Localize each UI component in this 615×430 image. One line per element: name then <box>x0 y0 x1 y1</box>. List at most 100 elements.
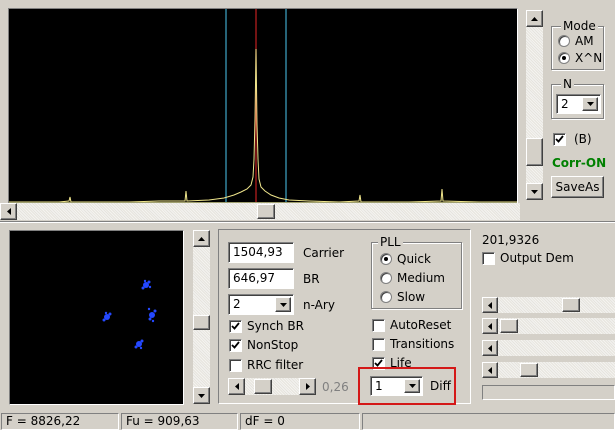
constellation-vscroll[interactable] <box>193 230 210 404</box>
hscroll-left-button[interactable] <box>0 203 17 220</box>
right-slider-3[interactable] <box>482 340 615 356</box>
separator <box>0 221 615 223</box>
scroll-up-button[interactable] <box>526 10 543 27</box>
right-slider-2[interactable] <box>482 318 615 334</box>
spectrum-plot[interactable] <box>9 9 517 203</box>
right-empty-bar <box>482 385 615 400</box>
nary-value: 2 <box>233 297 241 311</box>
pll-option-medium[interactable]: Medium <box>380 271 445 285</box>
arrow-left-icon <box>488 301 492 309</box>
arrow-left-icon <box>488 322 492 330</box>
right-slider-3-track[interactable] <box>498 340 615 356</box>
right-slider-1-left-button[interactable] <box>482 297 498 313</box>
status-frequency: F = 8826,22 <box>1 413 119 430</box>
arrow-right-icon <box>305 383 310 390</box>
output-dem-label: Output Dem <box>500 251 574 265</box>
autoreset-label: AutoReset <box>390 318 452 332</box>
diff-value: 1 <box>375 379 383 393</box>
right-slider-3-left-button[interactable] <box>482 340 498 356</box>
arrow-left-icon <box>488 366 492 374</box>
autoreset-checkbox[interactable]: AutoReset <box>372 318 451 332</box>
pll-option-slow[interactable]: Slow <box>380 290 425 304</box>
right-slider-4-left-button[interactable] <box>482 362 498 378</box>
spectrum-trace <box>9 48 517 203</box>
pll-title: PLL <box>378 235 403 249</box>
nonstop-check-box[interactable] <box>229 338 242 352</box>
pll-quick-label: Quick <box>397 252 431 266</box>
radio-am[interactable] <box>558 35 570 47</box>
mode-option-am[interactable]: AM <box>558 34 594 48</box>
br-input[interactable]: 646,97 <box>228 268 294 289</box>
pll-slow-label: Slow <box>397 290 426 304</box>
right-slider-1-thumb[interactable] <box>562 298 580 312</box>
pll-option-quick[interactable]: Quick <box>380 252 431 266</box>
status-df: dF = 0 <box>240 413 360 430</box>
scroll-down-button[interactable] <box>526 183 543 200</box>
cscroll-down-button[interactable] <box>193 387 210 404</box>
transitions-label: Transitions <box>390 337 455 351</box>
transitions-checkbox[interactable]: Transitions <box>372 337 454 351</box>
arrow-down-icon <box>531 189 538 194</box>
right-slider-4[interactable] <box>482 362 615 378</box>
param-thumb[interactable] <box>254 379 272 394</box>
synch-br-checkbox[interactable]: Synch BR <box>229 319 304 333</box>
rrc-filter-checkbox[interactable]: RRC filter <box>229 358 303 372</box>
hscroll-thumb[interactable] <box>257 204 275 219</box>
pll-medium-label: Medium <box>397 271 445 285</box>
check-icon <box>555 135 564 143</box>
nary-select[interactable]: 2 <box>228 294 294 315</box>
n-group: N 2 <box>551 77 604 119</box>
synch-br-label: Synch BR <box>247 319 304 333</box>
right-slider-4-track[interactable] <box>498 362 615 378</box>
save-as-button[interactable]: SaveAs <box>551 176 604 198</box>
radio-xn[interactable] <box>558 52 570 64</box>
radio-slow[interactable] <box>380 291 392 303</box>
cscroll-thumb[interactable] <box>193 315 210 330</box>
carrier-label: Carrier <box>303 246 345 260</box>
autoreset-check-box[interactable] <box>372 318 385 332</box>
n-select[interactable]: 2 <box>556 94 601 114</box>
chevron-down-icon <box>408 384 416 388</box>
param-right-button[interactable] <box>299 378 316 395</box>
cscroll-up-button[interactable] <box>193 230 210 247</box>
right-slider-2-thumb[interactable] <box>500 319 518 333</box>
output-dem-check-box[interactable] <box>482 251 495 265</box>
arrow-left-icon <box>488 344 492 352</box>
diff-dropdown-button[interactable] <box>404 379 420 393</box>
corr-status: Corr-ON <box>552 156 607 170</box>
status-empty <box>362 413 615 430</box>
nary-dropdown-button[interactable] <box>275 297 291 312</box>
output-dem-checkbox[interactable]: Output Dem <box>482 251 574 265</box>
mode-option-xn[interactable]: X^N <box>558 51 602 65</box>
arrow-left-icon <box>234 383 239 390</box>
arrow-left-icon <box>6 208 11 215</box>
right-slider-4-thumb[interactable] <box>520 363 538 377</box>
transitions-check-box[interactable] <box>372 337 385 351</box>
radio-medium[interactable] <box>380 272 392 284</box>
param-left-button[interactable] <box>228 378 245 395</box>
arrow-down-icon <box>198 393 205 398</box>
mode-group: Mode AM X^N <box>551 19 604 70</box>
rrc-filter-label: RRC filter <box>247 358 304 372</box>
synch-br-check-box[interactable] <box>229 319 242 333</box>
spectrum-hscroll[interactable] <box>0 203 520 220</box>
constellation-cluster-bottom <box>134 339 144 350</box>
rrc-filter-check-box[interactable] <box>229 358 242 372</box>
right-slider-1[interactable] <box>482 297 615 313</box>
scroll-thumb[interactable] <box>526 138 543 166</box>
right-slider-1-track[interactable] <box>498 297 615 313</box>
radio-quick[interactable] <box>380 253 392 265</box>
b-check-box[interactable] <box>553 132 566 146</box>
carrier-input[interactable]: 1504,93 <box>228 242 294 263</box>
n-dropdown-button[interactable] <box>582 97 598 111</box>
spectrum-vscroll[interactable] <box>526 10 543 200</box>
nonstop-checkbox[interactable]: NonStop <box>229 338 298 352</box>
right-slider-2-left-button[interactable] <box>482 318 498 334</box>
mode-title: Mode <box>561 19 598 33</box>
param-hscroll[interactable] <box>228 378 316 395</box>
diff-select[interactable]: 1 <box>370 376 423 396</box>
constellation-cluster-left <box>102 311 112 322</box>
diff-label: Diff <box>430 379 451 393</box>
b-checkbox[interactable]: (B) <box>553 132 592 146</box>
spectrum-display-frame <box>8 8 518 204</box>
